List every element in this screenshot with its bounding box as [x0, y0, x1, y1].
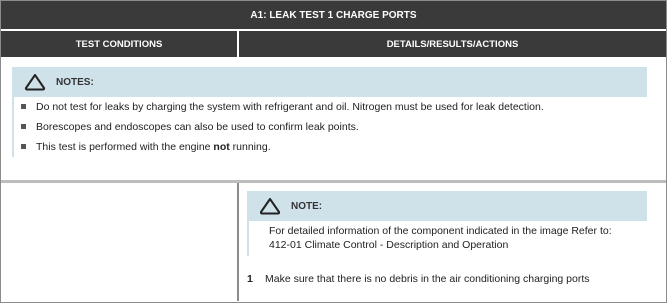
bullet-icon [21, 124, 26, 129]
note-line-1: For detailed information of the componen… [269, 225, 612, 237]
details-cell: NOTE: For detailed information of the co… [239, 183, 666, 301]
procedure-table: A1: LEAK TEST 1 CHARGE PORTS TEST CONDIT… [0, 0, 667, 303]
step-text: Make sure that there is no debris in the… [265, 273, 590, 285]
note-item: This test is performed with the engine n… [14, 137, 647, 157]
notes-title: NOTES: [56, 76, 94, 88]
note-item-text-end: running. [229, 141, 271, 153]
note-item: Do not test for leaks by charging the sy… [14, 97, 647, 117]
note-header: NOTE: [247, 191, 647, 221]
note-body: For detailed information of the componen… [247, 221, 647, 256]
test-conditions-cell [1, 183, 239, 301]
notes-section: NOTES: Do not test for leaks by charging… [1, 57, 666, 183]
step-row: NOTE: For detailed information of the co… [1, 183, 666, 301]
notes-list: Do not test for leaks by charging the sy… [12, 97, 647, 157]
bullet-icon [21, 104, 26, 109]
notes-box: NOTES: Do not test for leaks by charging… [12, 67, 647, 157]
note-item-text: Borescopes and endoscopes can also be us… [36, 121, 359, 133]
note-item: Borescopes and endoscopes can also be us… [14, 117, 647, 137]
warning-triangle-icon [24, 74, 46, 91]
note-reference-link[interactable]: 412-01 Climate Control - Description and… [269, 238, 647, 252]
note-item-text: Do not test for leaks by charging the sy… [36, 101, 544, 113]
note-box: NOTE: For detailed information of the co… [247, 191, 647, 256]
table-header: TEST CONDITIONS DETAILS/RESULTS/ACTIONS [1, 31, 666, 57]
note-title: NOTE: [291, 200, 323, 212]
note-item-text-start: This test is performed with the engine [36, 141, 214, 153]
details-results-header: DETAILS/RESULTS/ACTIONS [386, 38, 519, 50]
step-number: 1 [247, 273, 253, 285]
test-conditions-header: TEST CONDITIONS [1, 31, 239, 57]
bullet-icon [21, 144, 26, 149]
note-item-emphasis: not [213, 141, 230, 153]
notes-header: NOTES: [12, 67, 647, 97]
warning-triangle-icon [259, 198, 281, 215]
step-item: 1 Make sure that there is no debris in t… [247, 273, 590, 285]
procedure-title: A1: LEAK TEST 1 CHARGE PORTS [1, 1, 666, 31]
